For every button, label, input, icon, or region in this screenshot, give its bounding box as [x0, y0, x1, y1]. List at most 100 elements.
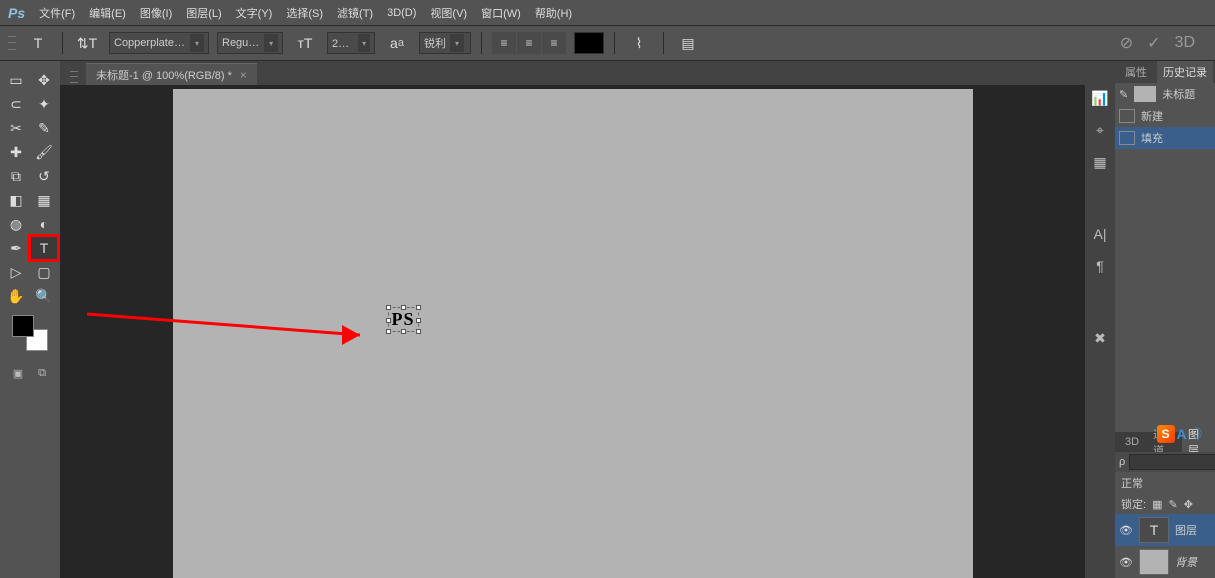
menu-select[interactable]: 选择(S)	[286, 5, 323, 21]
warp-text-icon[interactable]: ⌇	[625, 31, 653, 55]
brush-icon: ✎	[1119, 88, 1128, 101]
layer-name[interactable]: 背景	[1175, 554, 1197, 570]
handle-top-left[interactable]	[386, 305, 391, 310]
handle-bottom-center[interactable]	[401, 329, 406, 334]
menu-view[interactable]: 视图(V)	[430, 5, 467, 21]
tab-properties[interactable]: 属性	[1119, 61, 1153, 83]
align-left-button[interactable]: ≡	[492, 32, 516, 54]
marquee-tool[interactable]: ▭	[3, 69, 29, 91]
menu-window[interactable]: 窗口(W)	[481, 5, 521, 21]
eyedropper-tool[interactable]: ✎	[31, 117, 57, 139]
brush-tool[interactable]: 🖌	[31, 141, 57, 163]
blend-mode-dropdown[interactable]: 正常	[1121, 475, 1143, 491]
crop-tool[interactable]: ✂	[3, 117, 29, 139]
pen-tool[interactable]: ✒	[3, 237, 29, 259]
text-align-group: ≡ ≡ ≡	[492, 32, 566, 54]
tray-moon-icon: ☽	[1189, 424, 1203, 444]
tab-history[interactable]: 历史记录	[1157, 61, 1213, 83]
eraser-tool[interactable]: ◧	[3, 189, 29, 211]
zoom-tool[interactable]: 🔍	[31, 285, 57, 307]
color-swatches[interactable]	[12, 315, 48, 351]
text-orientation-icon[interactable]: ⇅T	[73, 31, 101, 55]
lasso-tool[interactable]: ⊂	[3, 93, 29, 115]
lock-brush-icon[interactable]: ✎	[1168, 498, 1177, 511]
font-family-dropdown[interactable]: Copperplate ... ▾	[109, 32, 209, 54]
stamp-tool[interactable]: ⧉	[3, 165, 29, 187]
layer-search-input[interactable]	[1129, 454, 1215, 470]
tray-s-icon: S	[1157, 425, 1175, 443]
handle-bottom-right[interactable]	[416, 329, 421, 334]
align-center-button[interactable]: ≡	[517, 32, 541, 54]
foreground-color[interactable]	[12, 315, 34, 337]
visibility-icon[interactable]: 👁	[1119, 524, 1133, 537]
quickmask-icon[interactable]: ▣	[8, 365, 28, 381]
tray-icons: S A ☽	[1157, 424, 1203, 444]
lock-position-icon[interactable]: ✥	[1184, 498, 1193, 511]
document-tab[interactable]: 未标题-1 @ 100%(RGB/8) * ×	[86, 63, 257, 85]
text-transform-box[interactable]: PS	[388, 307, 419, 332]
cancel-icon[interactable]: ⊘	[1120, 33, 1133, 53]
handle-top-right[interactable]	[416, 305, 421, 310]
hand-tool[interactable]: ✋	[3, 285, 29, 307]
close-icon[interactable]: ×	[240, 68, 247, 82]
path-select-tool[interactable]: ▷	[3, 261, 29, 283]
history-brush-tool[interactable]: ↺	[31, 165, 57, 187]
handle-bottom-left[interactable]	[386, 329, 391, 334]
healing-tool[interactable]: ✚	[3, 141, 29, 163]
commit-icon[interactable]: ✓	[1147, 33, 1160, 53]
doc-grip-icon[interactable]	[70, 69, 78, 85]
menu-edit[interactable]: 编辑(E)	[89, 5, 126, 21]
type-tool[interactable]: T	[31, 237, 57, 259]
text-color-swatch[interactable]	[574, 32, 604, 54]
fill-icon	[1119, 131, 1135, 145]
blur-tool[interactable]: ◍	[3, 213, 29, 235]
character-panel-icon[interactable]: ▤	[674, 31, 702, 55]
navigator-icon[interactable]: ⌖	[1089, 119, 1111, 141]
layer-row[interactable]: 👁 T 图层	[1115, 514, 1215, 546]
font-weight-dropdown[interactable]: Regular ▾	[217, 32, 283, 54]
antialias-dropdown[interactable]: 锐利 ▾	[419, 32, 471, 54]
shape-tool[interactable]: ▢	[31, 261, 57, 283]
visibility-icon[interactable]: 👁	[1119, 556, 1133, 569]
tab-3d[interactable]: 3D	[1119, 434, 1145, 450]
options-grip-icon[interactable]	[8, 33, 16, 53]
chevron-down-icon: ▾	[450, 34, 464, 52]
menu-file[interactable]: 文件(F)	[39, 5, 75, 21]
paragraph-icon[interactable]: ¶	[1089, 255, 1111, 277]
magic-wand-tool[interactable]: ✦	[31, 93, 57, 115]
gradient-tool[interactable]: ▦	[31, 189, 57, 211]
menu-image[interactable]: 图像(I)	[140, 5, 172, 21]
adjustments-icon[interactable]: ✖	[1089, 327, 1111, 349]
history-row[interactable]: 填充	[1115, 127, 1215, 149]
history-row[interactable]: 新建	[1115, 105, 1215, 127]
menu-type[interactable]: 文字(Y)	[236, 5, 273, 21]
font-size-dropdown[interactable]: 26 点 ▾	[327, 32, 375, 54]
handle-top-center[interactable]	[401, 305, 406, 310]
text-content[interactable]: PS	[392, 309, 415, 329]
type-tool-preset-icon[interactable]: T	[24, 31, 52, 55]
menu-help[interactable]: 帮助(H)	[535, 5, 572, 21]
handle-mid-left[interactable]	[386, 318, 391, 323]
lock-pixels-icon[interactable]: ▦	[1152, 498, 1162, 511]
search-kind-icon[interactable]: ρ	[1119, 456, 1125, 468]
canvas[interactable]: PS	[173, 89, 973, 578]
3d-button[interactable]: 3D	[1175, 34, 1195, 52]
handle-mid-right[interactable]	[416, 318, 421, 323]
menu-layer[interactable]: 图层(L)	[186, 5, 221, 21]
right-panels: 属性 历史记录 ✎ 未标题 新建 填充 3D 通道 图层 ρ	[1115, 61, 1215, 578]
histogram-icon[interactable]: 📊	[1089, 87, 1111, 109]
menu-filter[interactable]: 滤镜(T)	[337, 5, 373, 21]
dodge-tool[interactable]: ◐	[31, 213, 57, 235]
character-icon[interactable]: A|	[1089, 223, 1111, 245]
align-right-button[interactable]: ≡	[542, 32, 566, 54]
canvas-area[interactable]: PS	[60, 85, 1085, 578]
chevron-down-icon: ▾	[190, 34, 204, 52]
screenmode-icon[interactable]: ⧉	[32, 365, 52, 381]
move-tool[interactable]: ✥	[31, 69, 57, 91]
menu-3d[interactable]: 3D(D)	[387, 7, 416, 19]
layer-row[interactable]: 👁 背景	[1115, 546, 1215, 578]
history-doc-label: 未标题	[1162, 86, 1195, 102]
info-icon[interactable]: ▦	[1089, 151, 1111, 173]
layer-name[interactable]: 图层	[1175, 522, 1197, 538]
history-document-row[interactable]: ✎ 未标题	[1115, 83, 1215, 105]
